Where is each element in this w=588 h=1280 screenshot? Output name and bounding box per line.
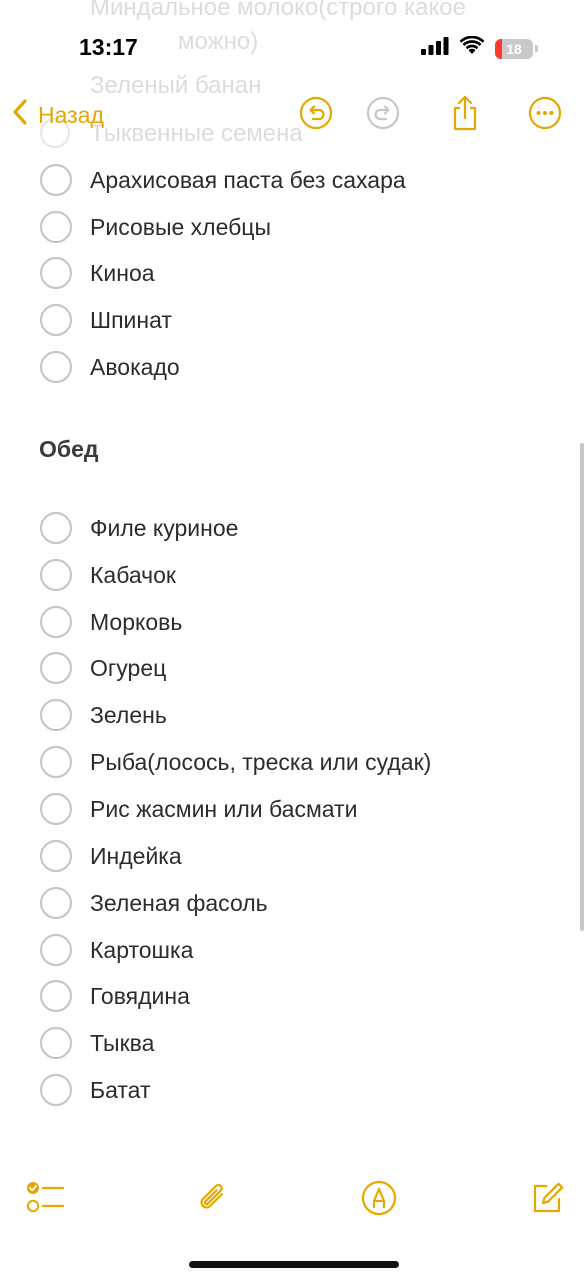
attach-button[interactable] (193, 1180, 233, 1220)
compose-button[interactable] (527, 1180, 567, 1220)
checkbox[interactable] (40, 257, 72, 289)
checkbox[interactable] (40, 934, 72, 966)
back-button[interactable]: Назад (12, 98, 104, 132)
checkbox[interactable] (40, 512, 72, 544)
list-item: Шпинат (40, 304, 172, 336)
checkbox[interactable] (40, 793, 72, 825)
markup-button[interactable] (359, 1180, 399, 1220)
checklist-button[interactable] (25, 1180, 65, 1220)
checkbox[interactable] (40, 606, 72, 638)
list-item: Кабачок (40, 559, 176, 591)
list-item: Батат (40, 1074, 150, 1106)
list-item-label[interactable]: Морковь (90, 609, 182, 636)
list-item: Зеленая фасоль (40, 887, 268, 919)
undo-button[interactable] (298, 96, 334, 135)
checkbox[interactable] (40, 652, 72, 684)
list-item: Морковь (40, 606, 182, 638)
checkbox[interactable] (40, 164, 72, 196)
scrollbar[interactable] (580, 443, 584, 931)
paperclip-icon (195, 1179, 231, 1222)
checkbox[interactable] (40, 351, 72, 383)
checkbox[interactable] (40, 840, 72, 872)
list-item-label[interactable]: Огурец (90, 655, 166, 682)
list-item: Тыква (40, 1027, 154, 1059)
list-item-label[interactable]: Рыба(лосось, треска или судак) (90, 749, 431, 776)
battery-level: 18 (506, 40, 522, 57)
cellular-signal-icon (421, 37, 449, 60)
list-item-label[interactable]: Шпинат (90, 307, 172, 334)
undo-icon (299, 96, 333, 135)
list-item: Киноа (40, 257, 155, 289)
status-time: 13:17 (79, 34, 138, 60)
checklist-icon (25, 1180, 65, 1221)
list-item-label[interactable]: Индейка (90, 843, 182, 870)
list-item-label[interactable]: Картошка (90, 937, 193, 964)
list-item-label[interactable]: Авокадо (90, 354, 180, 381)
list-item: Рис жасмин или басмати (40, 793, 357, 825)
back-label: Назад (38, 101, 104, 128)
chevron-left-icon (12, 98, 28, 132)
list-item-label[interactable]: Зелень (90, 702, 167, 729)
checkbox[interactable] (40, 699, 72, 731)
list-item-label[interactable]: Арахисовая паста без сахара (90, 167, 406, 194)
list-item-label[interactable]: Тыква (90, 1030, 154, 1057)
list-item: Рисовые хлебцы (40, 211, 271, 243)
list-item: Огурец (40, 652, 166, 684)
list-item-label[interactable]: Рис жасмин или басмати (90, 796, 357, 823)
status-icons: 18 (421, 35, 538, 61)
checkbox[interactable] (40, 980, 72, 1012)
section-heading[interactable]: Обед (39, 436, 99, 463)
ghost-line-1: Миндальное молоко(строго какое (90, 0, 466, 21)
list-item: Авокадо (40, 351, 180, 383)
list-item-label[interactable]: Рисовые хлебцы (90, 214, 271, 241)
compose-icon (528, 1179, 566, 1222)
list-item-label[interactable]: Филе куриное (90, 515, 238, 542)
list-item: Зелень (40, 699, 167, 731)
checkbox[interactable] (40, 1074, 72, 1106)
battery-icon: 18 (495, 38, 533, 59)
checkbox[interactable] (40, 559, 72, 591)
checkbox[interactable] (40, 1027, 72, 1059)
share-icon (449, 95, 481, 136)
list-item: Арахисовая паста без сахара (40, 164, 406, 196)
home-indicator (189, 1261, 399, 1268)
list-item: Индейка (40, 840, 182, 872)
battery-tip (535, 45, 538, 52)
share-button[interactable] (447, 95, 483, 136)
list-item-label[interactable]: Кабачок (90, 562, 176, 589)
redo-icon (366, 96, 400, 135)
list-item: Говядина (40, 980, 190, 1012)
checkbox[interactable] (40, 887, 72, 919)
list-item-label[interactable]: Батат (90, 1077, 150, 1104)
checkbox[interactable] (40, 304, 72, 336)
list-item: Рыба(лосось, треска или судак) (40, 746, 431, 778)
battery-fill (495, 38, 502, 59)
list-item-label[interactable]: Говядина (90, 983, 190, 1010)
checkbox[interactable] (40, 746, 72, 778)
checkbox[interactable] (40, 211, 72, 243)
redo-button[interactable] (365, 96, 401, 135)
ghost-line-4: Тыквенные семена (90, 120, 303, 147)
list-item: Филе куриное (40, 512, 238, 544)
wifi-icon (459, 35, 485, 61)
list-item: Картошка (40, 934, 193, 966)
ghost-line-3: Зеленый банан (90, 72, 262, 99)
ghost-line-2: можно) (178, 28, 259, 55)
list-item-label[interactable]: Киноа (90, 260, 155, 287)
more-button[interactable] (527, 96, 563, 135)
list-item-label[interactable]: Зеленая фасоль (90, 890, 268, 917)
markup-pen-icon (360, 1179, 398, 1222)
ellipsis-circle-icon (528, 96, 562, 135)
